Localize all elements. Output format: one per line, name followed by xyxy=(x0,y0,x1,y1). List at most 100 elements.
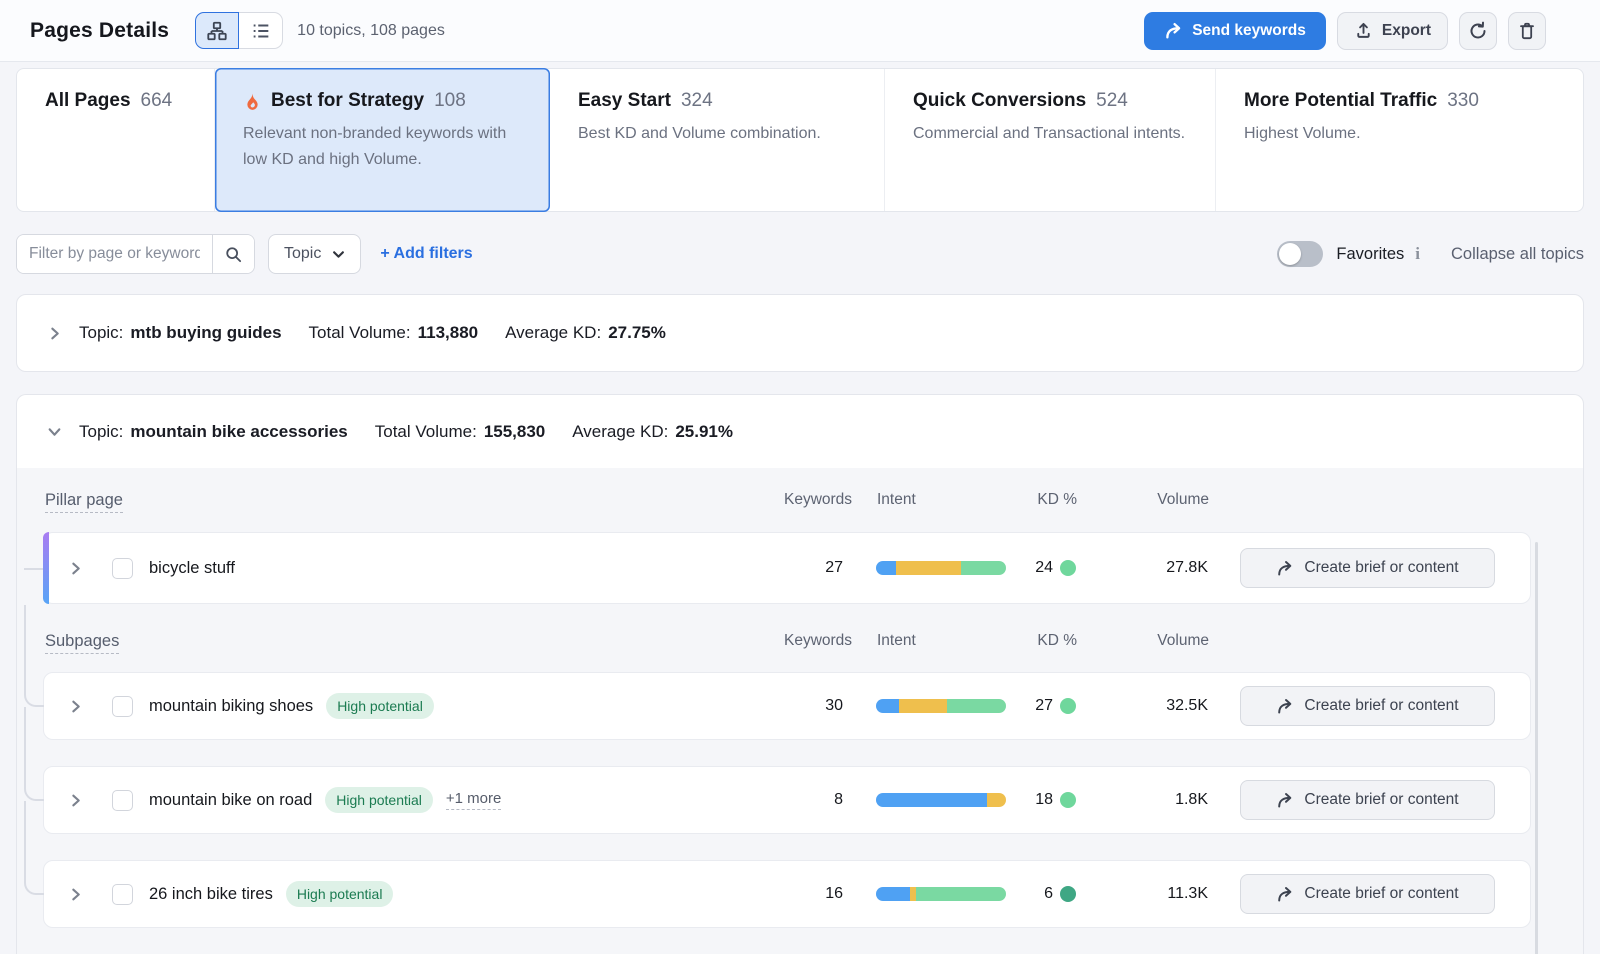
list-view-button[interactable] xyxy=(239,12,283,49)
tree-connector xyxy=(24,707,44,801)
forward-arrow-icon xyxy=(1276,697,1294,715)
total-volume-label: Total Volume: xyxy=(375,422,477,441)
top-bar: Pages Details 10 topics, 108 pages xyxy=(0,0,1600,62)
trash-icon xyxy=(1517,21,1537,41)
volume-value: 32.5K xyxy=(1076,697,1208,715)
volume-value: 27.8K xyxy=(1076,559,1208,577)
search-input[interactable] xyxy=(17,235,212,273)
strategy-tabs: All Pages 664 Best for Strategy 108 Rele… xyxy=(16,68,1584,212)
volume-value: 1.8K xyxy=(1076,791,1208,809)
search-box xyxy=(16,234,255,274)
topic-filter-dropdown[interactable]: Topic xyxy=(268,234,361,274)
tab-all-pages[interactable]: All Pages 664 xyxy=(17,69,215,211)
toggle-knob xyxy=(1279,243,1301,265)
topic-header[interactable]: Topic:mtb buying guides Total Volume:113… xyxy=(17,295,1583,371)
tab-description: Highest Volume. xyxy=(1244,121,1557,147)
expand-row-button[interactable] xyxy=(68,699,84,714)
tab-more-potential-traffic[interactable]: More Potential Traffic 330 Highest Volum… xyxy=(1216,69,1583,211)
average-kd-label: Average KD: xyxy=(572,422,668,441)
page-title: Pages Details xyxy=(30,19,169,43)
row-checkbox[interactable] xyxy=(112,790,133,811)
search-button[interactable] xyxy=(212,235,254,273)
expand-row-button[interactable] xyxy=(68,887,84,902)
filter-bar: Topic + Add filters Favorites i Collapse… xyxy=(16,234,1584,274)
topic-prefix: Topic: xyxy=(79,422,123,441)
kd-value: 24 xyxy=(1035,559,1053,577)
favorites-toggle[interactable] xyxy=(1277,241,1323,267)
high-potential-badge: High potential xyxy=(286,881,394,907)
tab-count: 330 xyxy=(1447,90,1479,112)
forward-arrow-icon xyxy=(1276,559,1294,577)
pillar-columns-header: Pillar page Keywords Intent KD % Volume xyxy=(43,468,1531,532)
pillar-gradient-edge xyxy=(43,532,49,604)
hierarchy-view-button[interactable] xyxy=(195,12,239,49)
total-volume-label: Total Volume: xyxy=(309,323,411,342)
add-filters-link[interactable]: + Add filters xyxy=(380,245,472,263)
tab-count: 524 xyxy=(1096,90,1128,112)
table-row-mountain-biking-shoes: mountain biking shoes High potential 30 … xyxy=(43,672,1531,740)
column-keywords: Keywords xyxy=(784,491,844,509)
column-keywords: Keywords xyxy=(784,632,844,650)
row-checkbox[interactable] xyxy=(112,696,133,717)
expand-row-button[interactable] xyxy=(68,561,84,576)
column-intent: Intent xyxy=(877,632,1007,650)
table-row-mountain-bike-on-road: mountain bike on road High potential +1 … xyxy=(43,766,1531,834)
column-kd: KD % xyxy=(1007,491,1077,509)
tab-best-for-strategy[interactable]: Best for Strategy 108 Relevant non-brand… xyxy=(215,68,550,212)
send-keywords-button[interactable]: Send keywords xyxy=(1144,12,1326,50)
topic-name: mountain bike accessories xyxy=(130,422,347,441)
export-button[interactable]: Export xyxy=(1337,12,1448,50)
topbar-actions: Send keywords Export xyxy=(1144,12,1546,50)
sitemap-icon xyxy=(206,20,228,42)
collapse-all-topics-link[interactable]: Collapse all topics xyxy=(1451,245,1584,264)
average-kd-value: 27.75% xyxy=(608,323,666,342)
create-brief-button[interactable]: Create brief or content xyxy=(1240,874,1495,914)
page-name[interactable]: 26 inch bike tires xyxy=(149,885,273,904)
column-volume: Volume xyxy=(1077,632,1209,650)
tab-description: Commercial and Transactional intents. xyxy=(913,121,1189,147)
high-potential-badge: High potential xyxy=(325,787,433,813)
topic-header[interactable]: Topic: mountain bike accessories Total Vo… xyxy=(17,395,1583,468)
average-kd-label: Average KD: xyxy=(505,323,601,342)
keywords-value: 30 xyxy=(783,697,843,715)
column-kd: KD % xyxy=(1007,632,1077,650)
expand-row-button[interactable] xyxy=(68,793,84,808)
page-name[interactable]: bicycle stuff xyxy=(149,559,235,578)
table-scrollbar[interactable] xyxy=(1535,542,1538,954)
pages-table: Pillar page Keywords Intent KD % Volume … xyxy=(17,468,1583,954)
intent-bar xyxy=(876,699,1006,713)
refresh-icon xyxy=(1468,21,1488,41)
export-icon xyxy=(1354,21,1373,40)
table-row-bicycle-stuff: bicycle stuff 27 24 27.8K Create brief o… xyxy=(43,532,1531,604)
page-name[interactable]: mountain biking shoes xyxy=(149,697,313,716)
tab-count: 108 xyxy=(434,90,466,112)
more-badges-link[interactable]: +1 more xyxy=(446,790,501,810)
tree-connector xyxy=(24,605,44,707)
favorites-group: Favorites i Collapse all topics xyxy=(1277,241,1584,267)
keywords-value: 16 xyxy=(783,885,843,903)
kd-dot xyxy=(1060,886,1076,902)
topics-pages-summary: 10 topics, 108 pages xyxy=(297,22,445,40)
tab-easy-start[interactable]: Easy Start 324 Best KD and Volume combin… xyxy=(550,69,885,211)
subpages-columns-header: Subpages Keywords Intent KD % Volume xyxy=(43,610,1531,672)
pillar-page-label[interactable]: Pillar page xyxy=(45,491,123,513)
keywords-value: 8 xyxy=(783,791,843,809)
create-brief-button[interactable]: Create brief or content xyxy=(1240,780,1495,820)
info-icon[interactable]: i xyxy=(1415,244,1420,264)
topic-card-mountain-bike-accessories: Topic: mountain bike accessories Total Vo… xyxy=(16,394,1584,954)
kd-value: 18 xyxy=(1035,791,1053,809)
tab-quick-conversions[interactable]: Quick Conversions 524 Commercial and Tra… xyxy=(885,69,1216,211)
create-brief-button[interactable]: Create brief or content xyxy=(1240,548,1495,588)
row-checkbox[interactable] xyxy=(112,884,133,905)
forward-arrow-icon xyxy=(1276,791,1294,809)
subpages-label[interactable]: Subpages xyxy=(45,632,119,654)
refresh-button[interactable] xyxy=(1459,12,1497,50)
kd-dot xyxy=(1060,698,1076,714)
topic-prefix: Topic: xyxy=(79,323,123,342)
page-name[interactable]: mountain bike on road xyxy=(149,791,312,810)
column-volume: Volume xyxy=(1077,491,1209,509)
table-row-26-inch-bike-tires: 26 inch bike tires High potential 16 6 1… xyxy=(43,860,1531,928)
create-brief-button[interactable]: Create brief or content xyxy=(1240,686,1495,726)
delete-button[interactable] xyxy=(1508,12,1546,50)
row-checkbox[interactable] xyxy=(112,558,133,579)
